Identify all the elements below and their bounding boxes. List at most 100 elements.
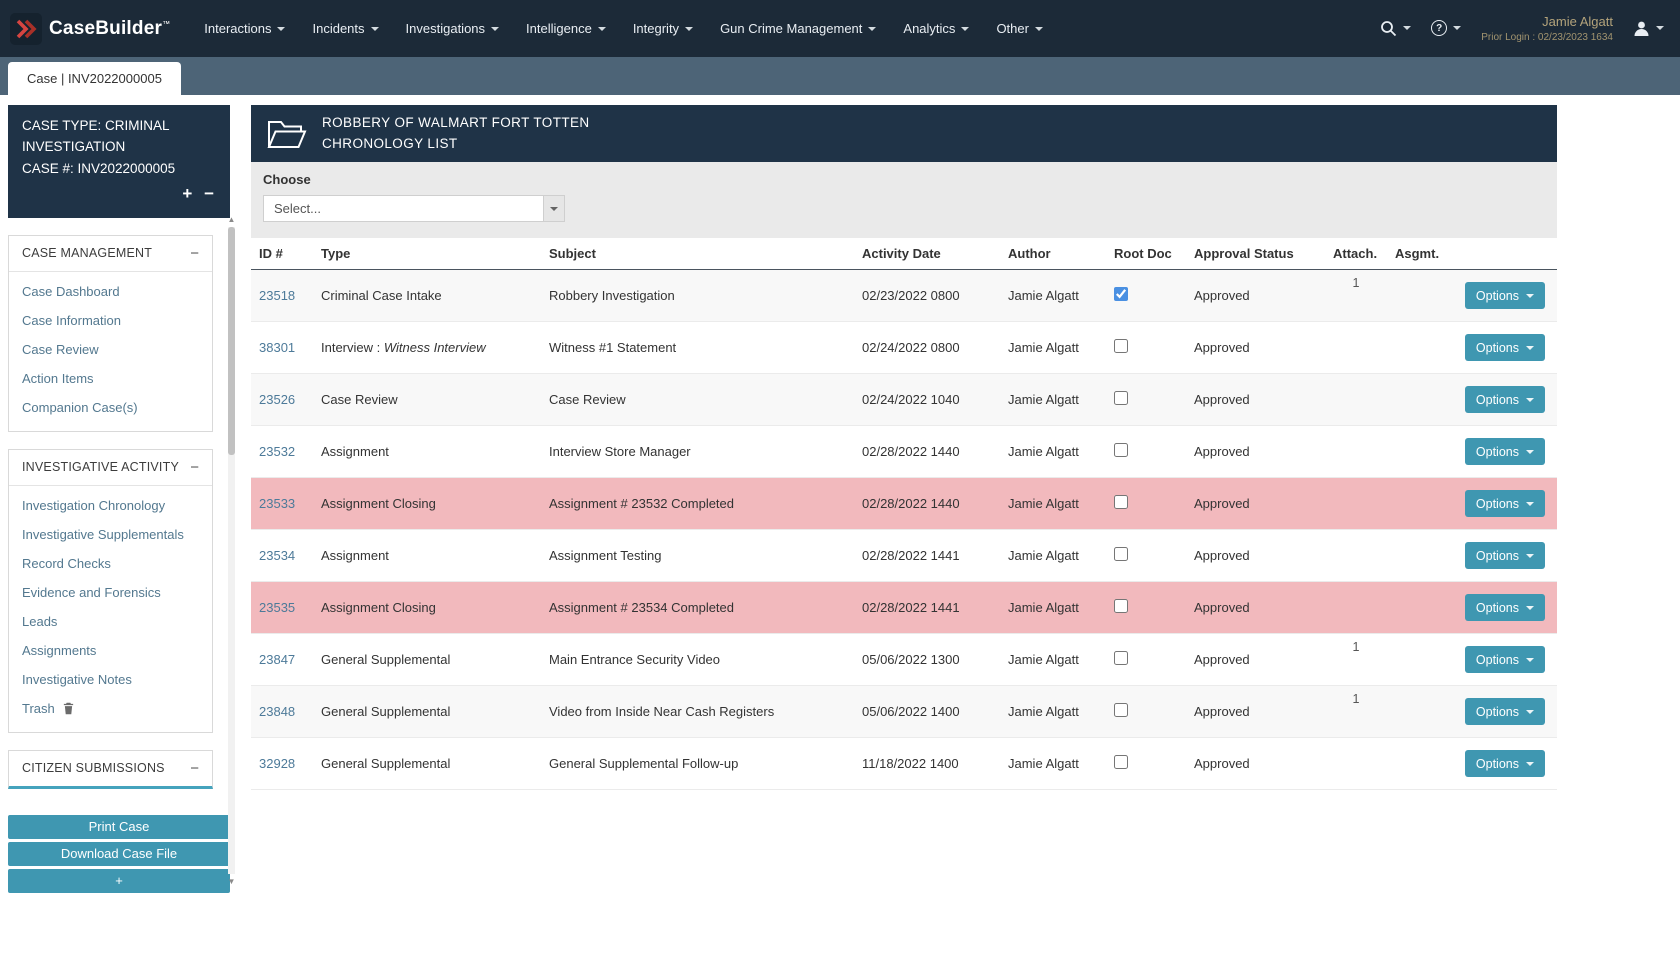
nav-item-gun-crime-management[interactable]: Gun Crime Management (720, 21, 876, 36)
sidebar-item-label: Companion Case(s) (22, 400, 138, 415)
select-dropdown-button[interactable] (544, 195, 565, 222)
sidebar-item-investigative-notes[interactable]: Investigative Notes (9, 665, 212, 694)
options-button[interactable]: Options (1465, 750, 1545, 777)
nav-item-analytics[interactable]: Analytics (903, 21, 969, 36)
type-cell: General Supplemental (313, 686, 541, 738)
activity-date-cell: 05/06/2022 1400 (854, 686, 1000, 738)
root-doc-checkbox[interactable] (1114, 703, 1128, 717)
nav-item-integrity[interactable]: Integrity (633, 21, 693, 36)
record-id-link[interactable]: 23848 (259, 704, 295, 719)
record-id-link[interactable]: 23518 (259, 288, 295, 303)
nav-item-investigations[interactable]: Investigations (406, 21, 500, 36)
sidebar-item-case-dashboard[interactable]: Case Dashboard (9, 277, 212, 306)
options-button[interactable]: Options (1465, 542, 1545, 569)
type-cell: General Supplemental (313, 634, 541, 686)
chevron-down-icon (1526, 346, 1534, 350)
chevron-down-icon (1453, 26, 1461, 30)
root-doc-cell (1106, 686, 1186, 738)
sidebar-item-trash[interactable]: Trash (9, 694, 212, 723)
collapse-toggle[interactable]: − (190, 246, 199, 261)
help-icon[interactable]: ? (1431, 20, 1461, 36)
record-id-link[interactable]: 23533 (259, 496, 295, 511)
sidebar-item-companion-case-s[interactable]: Companion Case(s) (9, 393, 212, 422)
collapse-toggle[interactable]: − (190, 460, 199, 475)
add-button[interactable]: + (8, 869, 230, 893)
record-id-link[interactable]: 23532 (259, 444, 295, 459)
type-cell: General Supplemental (313, 738, 541, 790)
root-doc-checkbox[interactable] (1114, 287, 1128, 301)
sidebar-item-assignments[interactable]: Assignments (9, 636, 212, 665)
table-row: 23535Assignment ClosingAssignment # 2353… (251, 582, 1557, 634)
tab-case[interactable]: Case | INV2022000005 (8, 62, 181, 95)
scroll-down-arrow[interactable]: ▼ (225, 875, 238, 888)
root-doc-checkbox[interactable] (1114, 599, 1128, 613)
sidebar-item-evidence-and-forensics[interactable]: Evidence and Forensics (9, 578, 212, 607)
record-id-link[interactable]: 23847 (259, 652, 295, 667)
collapse-toggle[interactable]: − (190, 761, 199, 776)
sidebar-item-label: Record Checks (22, 556, 111, 571)
sidebar-item-investigative-supplementals[interactable]: Investigative Supplementals (9, 520, 212, 549)
root-doc-cell (1106, 426, 1186, 478)
nav-item-incidents[interactable]: Incidents (312, 21, 378, 36)
table-row: 23532AssignmentInterview Store Manager02… (251, 426, 1557, 478)
options-button[interactable]: Options (1465, 594, 1545, 621)
root-doc-checkbox[interactable] (1114, 495, 1128, 509)
record-id-link[interactable]: 32928 (259, 756, 295, 771)
root-doc-checkbox[interactable] (1114, 547, 1128, 561)
sidebar-item-action-items[interactable]: Action Items (9, 364, 212, 393)
sidebar-item-investigation-chronology[interactable]: Investigation Chronology (9, 491, 212, 520)
root-doc-checkbox[interactable] (1114, 755, 1128, 769)
subject-cell: Assignment # 23532 Completed (541, 478, 854, 530)
record-id-link[interactable]: 23526 (259, 392, 295, 407)
attach-cell (1325, 582, 1387, 634)
search-icon[interactable] (1380, 20, 1411, 37)
nav-item-intelligence[interactable]: Intelligence (526, 21, 606, 36)
scroll-up-arrow[interactable]: ▲ (225, 213, 238, 226)
options-button[interactable]: Options (1465, 438, 1545, 465)
options-button[interactable]: Options (1465, 646, 1545, 673)
options-button[interactable]: Options (1465, 386, 1545, 413)
panel-items: Investigation ChronologyInvestigative Su… (9, 486, 212, 732)
column-header-subject: Subject (541, 238, 854, 270)
options-button[interactable]: Options (1465, 490, 1545, 517)
sidebar-item-leads[interactable]: Leads (9, 607, 212, 636)
nav-item-interactions[interactable]: Interactions (204, 21, 285, 36)
chevron-down-icon (1526, 398, 1534, 402)
prior-login: Prior Login : 02/23/2023 1634 (1481, 31, 1613, 45)
root-doc-cell (1106, 634, 1186, 686)
case-title-line: ROBBERY OF WALMART FORT TOTTEN (322, 113, 590, 133)
case-type-label: CASE TYPE: CRIMINAL INVESTIGATION (22, 115, 216, 158)
nav-item-other[interactable]: Other (996, 21, 1043, 36)
subject-cell: General Supplemental Follow-up (541, 738, 854, 790)
table-row: 23518Criminal Case IntakeRobbery Investi… (251, 270, 1557, 322)
author-cell: Jamie Algatt (1000, 322, 1106, 374)
sidebar-item-case-review[interactable]: Case Review (9, 335, 212, 364)
expand-button[interactable]: + (182, 184, 192, 203)
scroll-thumb[interactable] (228, 227, 235, 455)
options-button[interactable]: Options (1465, 282, 1545, 309)
record-id-link[interactable]: 38301 (259, 340, 295, 355)
print-case-button[interactable]: Print Case (8, 815, 230, 839)
collapse-button[interactable]: − (204, 184, 214, 203)
root-doc-checkbox[interactable] (1114, 651, 1128, 665)
options-button[interactable]: Options (1465, 334, 1545, 361)
navbar-right: ? Jamie Algatt Prior Login : 02/23/2023 … (1380, 13, 1664, 44)
user-icon[interactable] (1633, 20, 1664, 37)
selected-value: Select... (274, 201, 321, 216)
download-case-file-button[interactable]: Download Case File (8, 842, 230, 866)
approval-status-cell: Approved (1186, 270, 1325, 322)
options-button-label: Options (1476, 341, 1519, 355)
root-doc-checkbox[interactable] (1114, 391, 1128, 405)
root-doc-checkbox[interactable] (1114, 443, 1128, 457)
attach-cell: 1 (1325, 686, 1387, 738)
sidebar-item-record-checks[interactable]: Record Checks (9, 549, 212, 578)
sidebar-item-case-information[interactable]: Case Information (9, 306, 212, 335)
chevron-down-icon (868, 27, 876, 31)
chronology-type-select[interactable]: Select... (263, 195, 544, 222)
record-id-link[interactable]: 23534 (259, 548, 295, 563)
record-id-link[interactable]: 23535 (259, 600, 295, 615)
type-cell: Assignment Closing (313, 582, 541, 634)
root-doc-checkbox[interactable] (1114, 339, 1128, 353)
chevron-down-icon (277, 27, 285, 31)
options-button[interactable]: Options (1465, 698, 1545, 725)
